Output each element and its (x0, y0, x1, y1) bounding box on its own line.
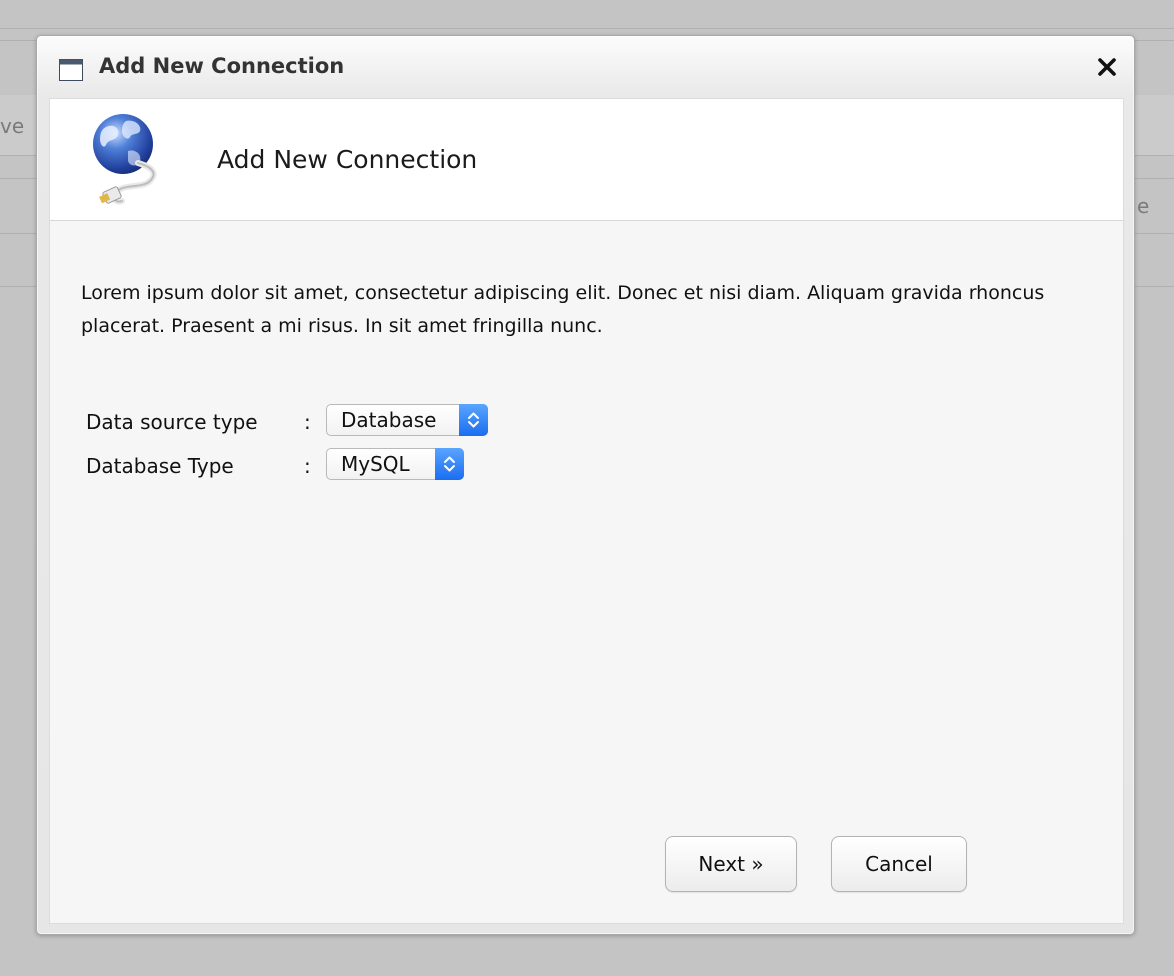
cancel-button[interactable]: Cancel (831, 836, 967, 892)
data-source-type-value: Database (341, 408, 437, 432)
chevron-updown-icon (459, 404, 488, 436)
window-icon (59, 59, 83, 81)
close-icon[interactable] (1094, 54, 1120, 80)
dialog-title: Add New Connection (99, 54, 345, 78)
header-title: Add New Connection (217, 145, 478, 174)
description-text: Lorem ipsum dolor sit amet, consectetur … (81, 282, 1045, 337)
form-colon: : (304, 410, 311, 434)
dialog-header: Add New Connection (50, 99, 1123, 221)
form-row-data-source-type: Data source type : Database (86, 404, 506, 440)
database-type-select[interactable]: MySQL (326, 448, 464, 480)
globe-network-cable-icon (92, 111, 170, 207)
chevron-updown-icon (435, 448, 464, 480)
database-type-value: MySQL (341, 452, 410, 476)
bg-divider (0, 28, 1174, 29)
dialog-titlebar[interactable]: Add New Connection (37, 36, 1134, 98)
form-colon: : (304, 454, 311, 478)
database-type-label: Database Type (86, 454, 234, 478)
bg-text-right: e (1137, 194, 1150, 218)
data-source-type-select[interactable]: Database (326, 404, 488, 436)
next-button[interactable]: Next » (665, 836, 797, 892)
bg-text-left: ve (0, 114, 25, 138)
add-connection-dialog: Add New Connection Add New Connection Lo… (36, 35, 1135, 935)
dialog-content: Add New Connection Lorem ipsum dolor sit… (49, 98, 1124, 924)
data-source-type-label: Data source type (86, 410, 258, 434)
form-row-database-type: Database Type : MySQL (86, 448, 506, 484)
